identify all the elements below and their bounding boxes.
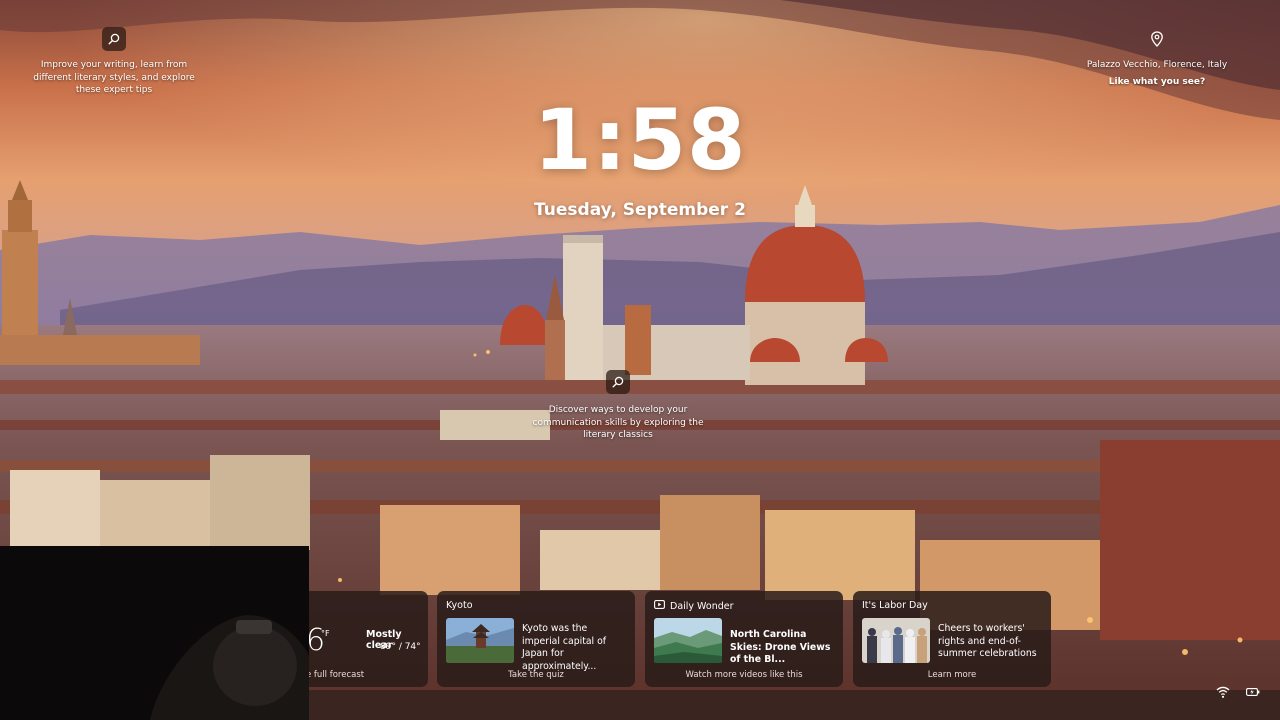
- labor-day-widget[interactable]: It's Labor Day Cheers to workers' rights…: [853, 591, 1051, 687]
- battery-icon[interactable]: [1246, 684, 1260, 700]
- lockscreen-date: Tuesday, September 2: [534, 200, 746, 220]
- weather-unit: °F: [321, 629, 330, 638]
- kyoto-thumbnail: [446, 618, 514, 663]
- widget-title: Daily Wonder: [670, 600, 734, 612]
- location-name: Palazzo Vecchio, Florence, Italy: [1086, 60, 1228, 70]
- search-icon: [102, 27, 126, 51]
- widget-text: Cheers to workers' rights and end-of-sum…: [938, 623, 1037, 659]
- hotspot-text: Discover ways to develop your communicat…: [532, 405, 704, 440]
- search-icon: [606, 370, 630, 394]
- spotlight-hotspot-writing[interactable]: Improve your writing, learn from differe…: [24, 27, 204, 97]
- weather-widget[interactable]: 6 °F Mostly clear 89° / 74° e full forec…: [300, 591, 428, 687]
- take-the-quiz-link[interactable]: Take the quiz: [437, 670, 635, 680]
- daily-wonder-widget[interactable]: Daily Wonder North Carolina Skies: Drone…: [645, 591, 843, 687]
- weather-forecast-link[interactable]: e full forecast: [306, 670, 428, 680]
- lockscreen-time: 1:58: [533, 91, 747, 189]
- watch-more-videos-link[interactable]: Watch more videos like this: [645, 670, 843, 680]
- camera-overlay-panel: [0, 546, 309, 720]
- spotlight-location-info[interactable]: Palazzo Vecchio, Florence, Italy Like wh…: [1080, 27, 1234, 88]
- learn-more-link[interactable]: Learn more: [853, 670, 1051, 680]
- daily-wonder-thumbnail: [654, 618, 722, 663]
- kyoto-widget[interactable]: Kyoto Kyoto was the imperial capital of …: [437, 591, 635, 687]
- labor-day-thumbnail: [862, 618, 930, 663]
- widget-header: Daily Wonder: [654, 600, 734, 612]
- weather-high-low: 89° / 74°: [380, 642, 421, 652]
- widget-text: North Carolina Skies: Drone Views of the…: [730, 629, 831, 665]
- video-icon: [654, 600, 665, 612]
- spotlight-hotspot-communication[interactable]: Discover ways to develop your communicat…: [530, 370, 706, 442]
- like-what-you-see-link[interactable]: Like what you see?: [1080, 76, 1234, 89]
- wifi-icon[interactable]: [1216, 684, 1230, 700]
- widget-title: Kyoto: [446, 600, 473, 611]
- location-pin-icon: [1145, 27, 1169, 51]
- widget-title: It's Labor Day: [862, 600, 928, 611]
- widget-text: Kyoto was the imperial capital of Japan …: [522, 623, 607, 672]
- hotspot-text: Improve your writing, learn from differe…: [33, 60, 195, 95]
